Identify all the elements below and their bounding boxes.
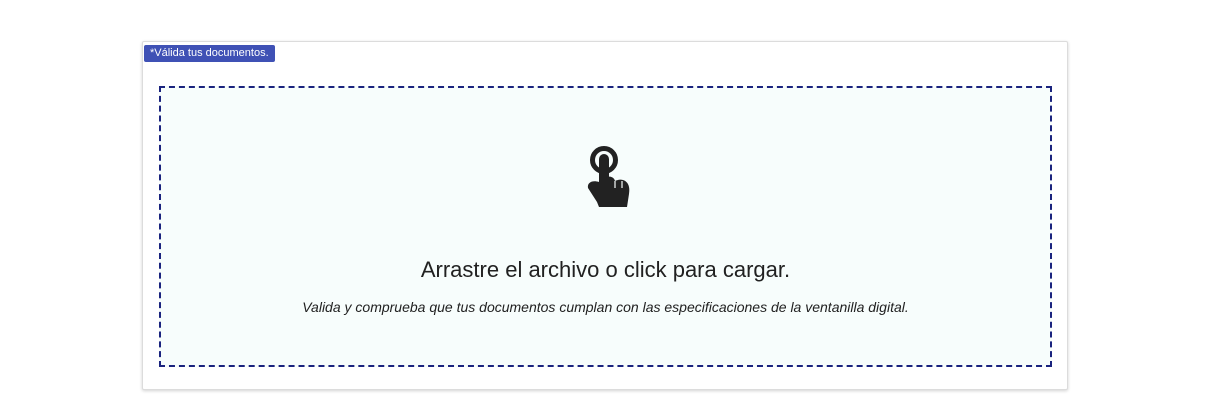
file-dropzone[interactable]: Arrastre el archivo o click para cargar.… xyxy=(159,86,1052,367)
validate-documents-badge: *Válida tus documentos. xyxy=(144,45,275,62)
document-upload-card: *Válida tus documentos. Arrastre el arch… xyxy=(142,41,1068,390)
touch-hand-icon xyxy=(585,144,633,208)
dropzone-title: Arrastre el archivo o click para cargar. xyxy=(420,257,791,282)
dropzone-subtitle: Valida y comprueba que tus documentos cu… xyxy=(302,299,909,315)
